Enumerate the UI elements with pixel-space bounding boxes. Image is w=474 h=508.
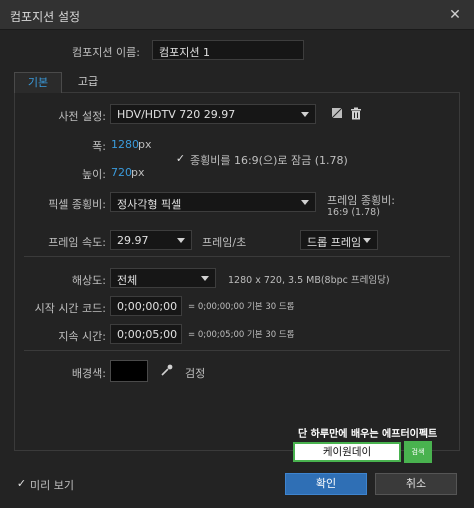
background-color-swatch[interactable] xyxy=(110,360,148,382)
height-unit: px xyxy=(131,166,145,179)
delete-preset-icon[interactable] xyxy=(349,107,363,121)
ad-search-button[interactable]: 검색 xyxy=(404,441,432,463)
save-preset-icon[interactable] xyxy=(330,107,344,121)
comp-name-input[interactable]: 컴포지션 1 xyxy=(152,40,304,60)
pixel-aspect-dropdown[interactable]: 정사각형 픽셀 xyxy=(110,192,316,212)
resolution-info: 1280 x 720, 3.5 MB(8bpc 프레임당) xyxy=(228,275,390,286)
width-label: 폭: xyxy=(92,140,106,153)
preset-value: HDV/HDTV 720 29.97 xyxy=(117,108,236,121)
chevron-down-icon xyxy=(177,238,185,243)
width-value[interactable]: 1280 xyxy=(111,138,139,151)
pixel-aspect-value: 정사각형 픽셀 xyxy=(117,198,182,211)
duration-input[interactable]: 0;00;05;00 xyxy=(110,324,182,344)
lock-aspect-label: 종횡비를 16:9(으)로 잠금 (1.78) xyxy=(190,154,348,167)
eyedropper-icon[interactable] xyxy=(160,363,174,377)
title-bar: 컴포지션 설정 ✕ xyxy=(0,0,474,30)
comp-name-label: 컴포지션 이름: xyxy=(72,46,140,59)
pixel-aspect-label: 픽셀 종횡비: xyxy=(48,198,106,211)
preview-checkbox[interactable]: ✓ xyxy=(16,478,27,489)
frame-rate-dropdown[interactable]: 29.97 xyxy=(110,230,192,250)
preview-label: 미리 보기 xyxy=(30,479,74,492)
frame-rate-value: 29.97 xyxy=(117,234,149,247)
frame-rate-label: 프레임 속도: xyxy=(48,236,106,249)
height-value[interactable]: 720 xyxy=(111,166,132,179)
preset-dropdown[interactable]: HDV/HDTV 720 29.97 xyxy=(110,104,316,124)
duration-info: = 0;00;05;00 기본 30 드롭 xyxy=(188,330,295,340)
width-unit: px xyxy=(138,138,152,151)
duration-label: 지속 시간: xyxy=(58,330,106,343)
start-timecode-info: = 0;00;00;00 기본 30 드롭 xyxy=(188,302,295,312)
chevron-down-icon xyxy=(363,238,371,243)
chevron-down-icon xyxy=(301,112,309,117)
chevron-down-icon xyxy=(201,276,209,281)
ad-title: 단 하루만에 배우는 에프터이펙트 xyxy=(298,429,438,440)
height-label: 높이: xyxy=(82,168,106,181)
background-color-name: 검정 xyxy=(185,367,206,380)
close-icon[interactable]: ✕ xyxy=(446,6,464,24)
resolution-value: 전체 xyxy=(117,274,138,287)
divider xyxy=(24,350,450,351)
drop-frame-dropdown[interactable]: 드롭 프레임 xyxy=(300,230,378,250)
resolution-label: 해상도: xyxy=(71,274,106,287)
frame-aspect-value: 16:9 (1.78) xyxy=(327,207,380,218)
chevron-down-icon xyxy=(301,200,309,205)
background-color-label: 배경색: xyxy=(71,367,106,380)
frame-aspect-label: 프레임 종횡비: xyxy=(327,194,395,207)
drop-frame-value: 드롭 프레임 xyxy=(307,236,362,249)
tab-advanced[interactable]: 고급 xyxy=(64,72,112,93)
start-timecode-label: 시작 시간 코드: xyxy=(34,302,106,315)
ad-search-input[interactable]: 케이원데이 xyxy=(293,442,401,462)
ok-button[interactable]: 확인 xyxy=(285,473,367,495)
resolution-dropdown[interactable]: 전체 xyxy=(110,268,216,288)
tab-basic[interactable]: 기본 xyxy=(14,72,62,93)
divider xyxy=(24,256,450,257)
preset-label: 사전 설정: xyxy=(58,110,106,123)
window-title: 컴포지션 설정 xyxy=(10,10,81,24)
lock-aspect-checkbox[interactable]: ✓ xyxy=(175,153,186,164)
frame-rate-unit: 프레임/초 xyxy=(202,236,247,249)
start-timecode-input[interactable]: 0;00;00;00 xyxy=(110,296,182,316)
cancel-button[interactable]: 취소 xyxy=(375,473,457,495)
